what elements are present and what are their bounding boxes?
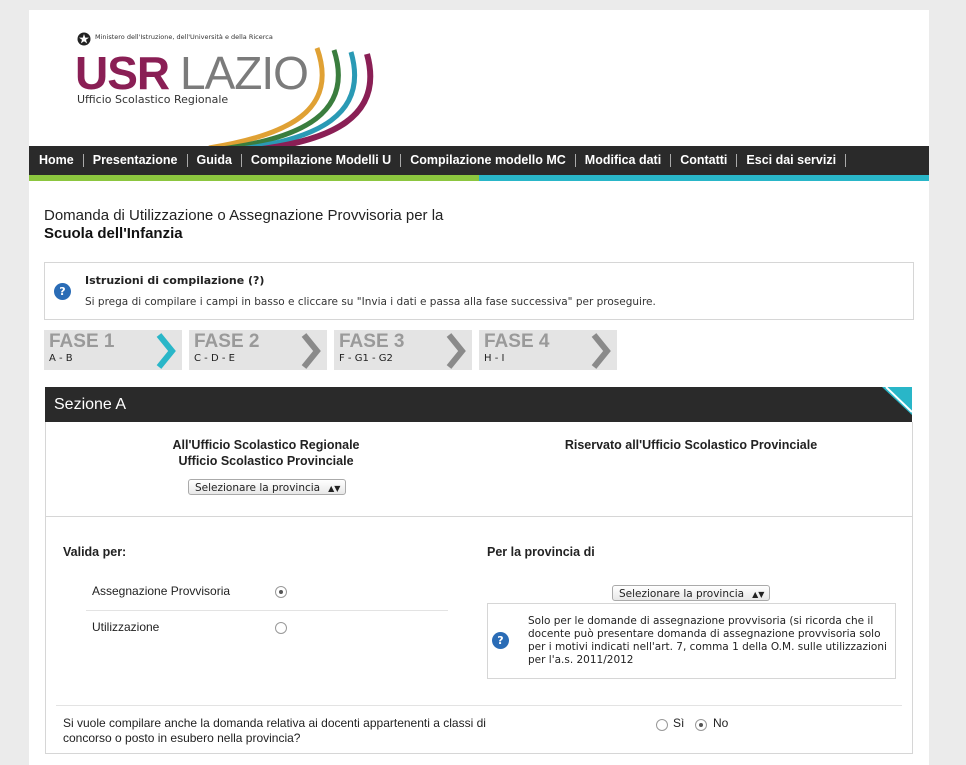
valida-per-label: Valida per:: [63, 545, 127, 559]
province-select-2-value: Selezionare la provincia: [619, 588, 745, 600]
esubero-no-radio[interactable]: [695, 719, 707, 731]
phase-title: FASE 1: [49, 331, 115, 352]
ministry-seal-icon: [77, 32, 91, 46]
nav-presentazione[interactable]: Presentazione: [84, 154, 188, 167]
chevron-right-icon: [156, 333, 176, 369]
phase-title: FASE 4: [484, 331, 550, 352]
phase-3-tab[interactable]: FASE 3 F - G1 - G2: [334, 330, 472, 370]
phase-4-tab[interactable]: FASE 4 H - I: [479, 330, 617, 370]
instructions-title[interactable]: Istruzioni di compilazione (?): [85, 274, 264, 287]
section-a-recipient: All'Ufficio Scolastico Regionale Ufficio…: [45, 422, 913, 517]
nav-home[interactable]: Home: [29, 154, 84, 167]
assegnazione-radio[interactable]: [275, 586, 287, 598]
logo-swoosh-icon: [208, 47, 374, 152]
nav-compilazione-modelli-u[interactable]: Compilazione Modelli U: [242, 154, 402, 167]
recipient-heading-1: All'Ufficio Scolastico Regionale: [172, 438, 360, 452]
accent-bar-green: [29, 175, 479, 181]
phase-sections: C - D - E: [194, 353, 235, 364]
nav-esci-dai-servizi[interactable]: Esci dai servizi: [737, 154, 847, 167]
phase-title: FASE 2: [194, 331, 260, 352]
province-select-2[interactable]: Selezionare la provincia ▲▼: [612, 585, 770, 601]
instructions-text: Si prega di compilare i campi in basso e…: [85, 296, 656, 308]
chevron-right-icon: [446, 333, 466, 369]
phase-1-tab[interactable]: FASE 1 A - B: [44, 330, 182, 370]
page-subtitle: Scuola dell'Infanzia: [44, 225, 183, 242]
utilizzazione-radio[interactable]: [275, 622, 287, 634]
per-provincia-label: Per la provincia di: [487, 545, 595, 559]
esubero-yes-radio[interactable]: [656, 719, 668, 731]
nav-modifica-dati[interactable]: Modifica dati: [576, 154, 672, 167]
assegnazione-note-box: ? Solo per le domande di assegnazione pr…: [487, 603, 896, 679]
nav-guida[interactable]: Guida: [188, 154, 242, 167]
phase-2-tab[interactable]: FASE 2 C - D - E: [189, 330, 327, 370]
select-arrows-icon: ▲▼: [752, 590, 765, 599]
select-arrows-icon: ▲▼: [328, 484, 341, 493]
utilizzazione-label[interactable]: Utilizzazione: [92, 620, 159, 634]
help-icon[interactable]: ?: [492, 632, 509, 649]
help-icon[interactable]: ?: [54, 283, 71, 300]
nav-compilazione-modello-mc[interactable]: Compilazione modello MC: [401, 154, 576, 167]
recipient-heading-2: Ufficio Scolastico Provinciale: [178, 454, 354, 468]
instructions-box: ? Istruzioni di compilazione (?) Si preg…: [44, 262, 914, 320]
assegnazione-label[interactable]: Assegnazione Provvisoria: [92, 584, 230, 598]
nav-contatti[interactable]: Contatti: [671, 154, 738, 167]
accent-bar-teal: [479, 175, 929, 181]
divider: [86, 610, 448, 611]
chevron-right-icon: [301, 333, 321, 369]
esubero-yes-label[interactable]: Sì: [673, 716, 684, 730]
main-navigation: Home Presentazione Guida Compilazione Mo…: [29, 146, 929, 175]
section-title: Sezione A: [54, 396, 127, 413]
assegnazione-note-text: Solo per le domande di assegnazione prov…: [528, 615, 887, 666]
esubero-no-label[interactable]: No: [713, 716, 728, 730]
divider: [56, 705, 902, 706]
reserved-heading: Riservato all'Ufficio Scolastico Provinc…: [564, 438, 818, 452]
esubero-question: Si vuole compilare anche la domanda rela…: [63, 716, 486, 745]
section-a-header: Sezione A: [45, 387, 912, 422]
chevron-right-icon: [591, 333, 611, 369]
phase-sections: A - B: [49, 353, 73, 364]
page-title: Domanda di Utilizzazione o Assegnazione …: [44, 207, 444, 224]
province-select[interactable]: Selezionare la provincia ▲▼: [188, 479, 346, 495]
page-container: Ministero dell'Istruzione, dell'Universi…: [29, 10, 929, 765]
phase-title: FASE 3: [339, 331, 405, 352]
logo-usr-text: USR: [75, 47, 170, 99]
corner-ribbon-icon: [882, 387, 912, 415]
province-select-value: Selezionare la provincia: [195, 482, 321, 494]
phase-sections: F - G1 - G2: [339, 353, 393, 364]
phase-sections: H - I: [484, 353, 505, 364]
